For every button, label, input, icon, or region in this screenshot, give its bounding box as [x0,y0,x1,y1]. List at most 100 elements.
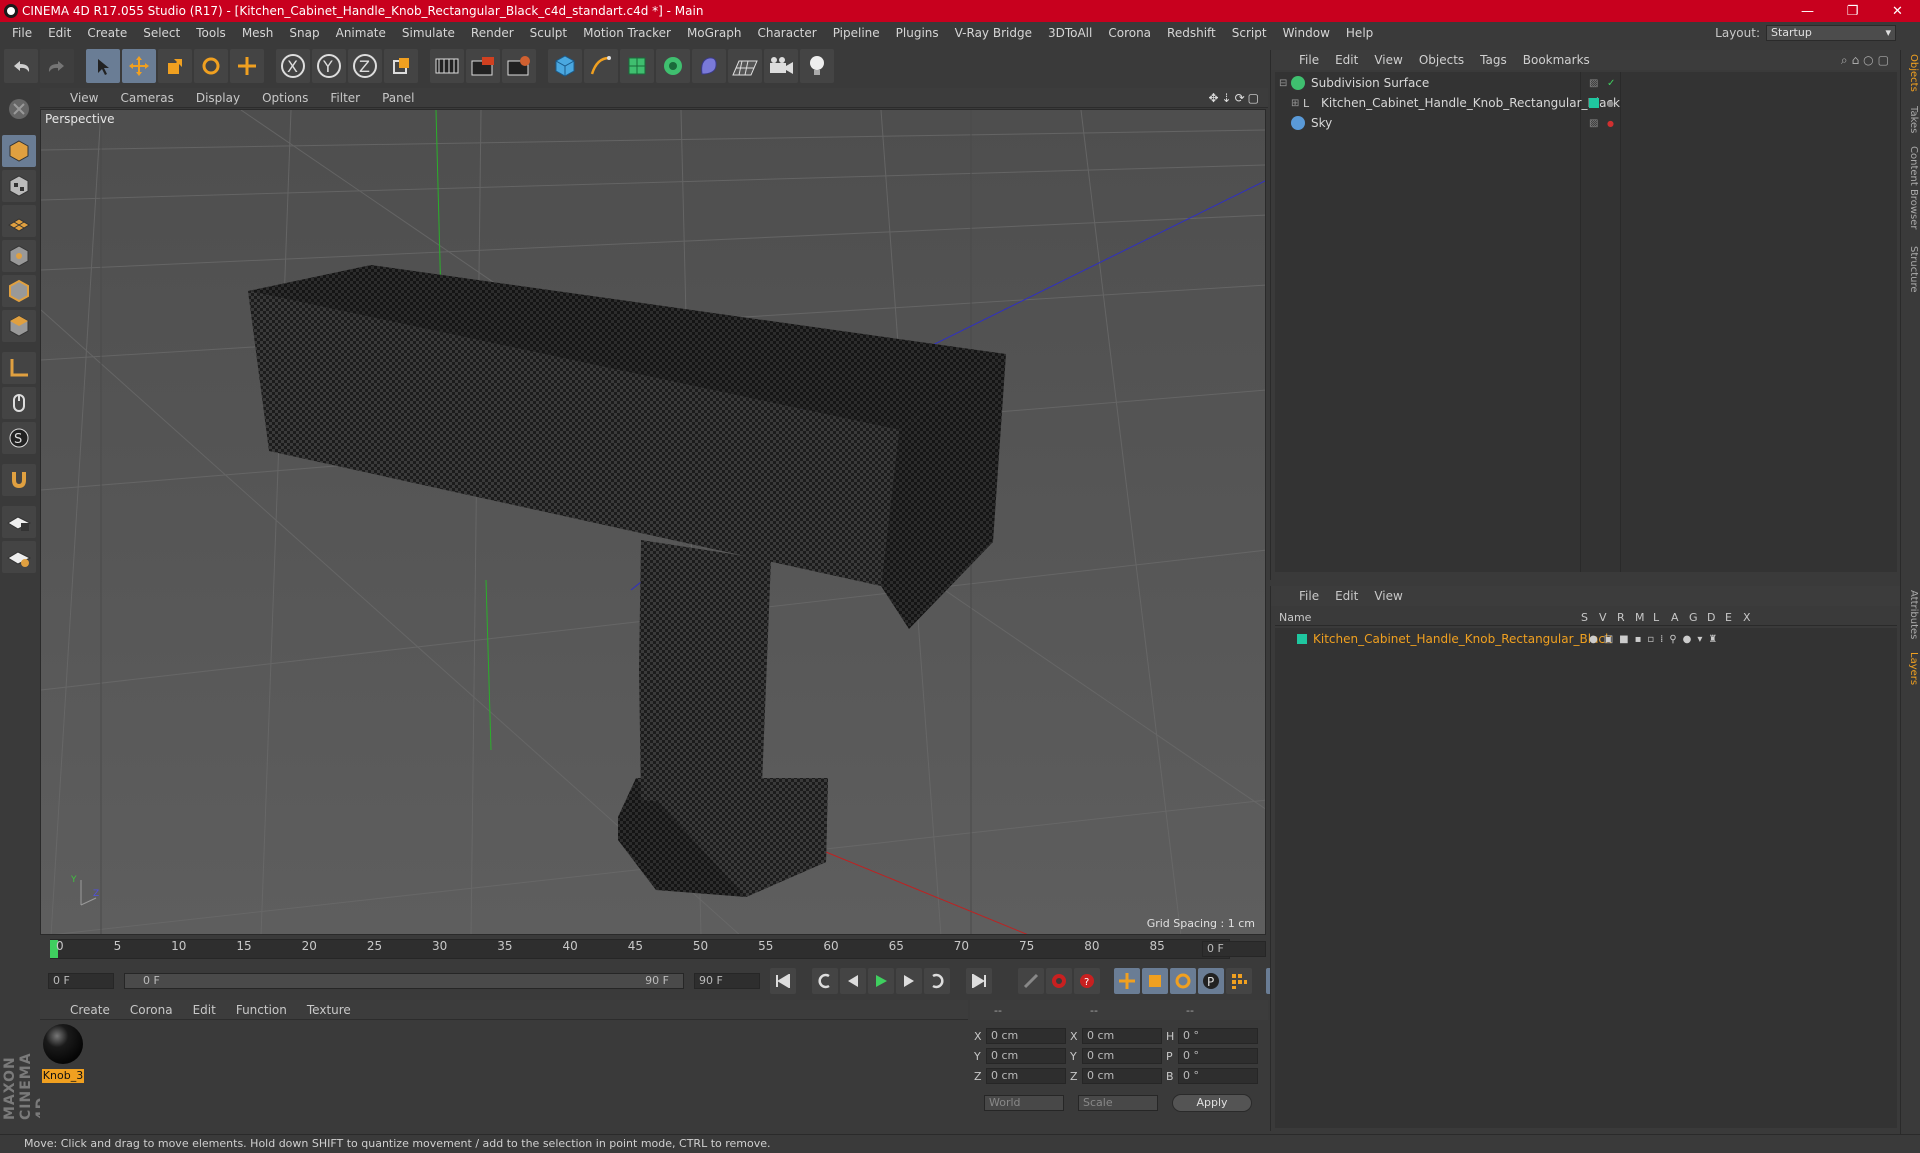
menu-tools[interactable]: Tools [188,26,234,40]
material-name[interactable]: Knob_3 [42,1069,84,1083]
expand-toggle-icon[interactable]: ⊞ [1291,98,1303,109]
layer-name[interactable]: Kitchen_Cabinet_Handle_Knob_Rectangular_… [1313,632,1612,646]
menu-mesh[interactable]: Mesh [234,26,282,40]
select-cursor-icon[interactable] [86,49,120,83]
menu-vray-bridge[interactable]: V-Ray Bridge [947,26,1040,40]
viewport-menu-view[interactable]: View [60,91,110,105]
tab-attributes[interactable]: Attributes [1903,590,1919,639]
autokey-icon[interactable]: ? [1074,968,1100,994]
make-editable-icon[interactable] [2,93,36,125]
menu-corona[interactable]: Corona [1100,26,1159,40]
z-axis-icon[interactable]: Z [348,49,382,83]
object-menu-file[interactable]: File [1291,53,1327,67]
maximize-button[interactable]: ❐ [1830,4,1875,19]
3d-viewport[interactable]: Y Z Perspective Grid Spacing : 1 cm [40,109,1266,935]
layer-menu-file[interactable]: File [1291,589,1327,603]
tab-content-browser[interactable]: Content Browser [1903,146,1919,229]
render-settings-icon[interactable] [502,49,536,83]
go-to-end-icon[interactable] [966,968,992,994]
key-scale-icon[interactable] [1142,968,1168,994]
object-menu-bookmarks[interactable]: Bookmarks [1515,53,1598,67]
layout-dropdown[interactable]: Startup [1766,25,1896,41]
edges-mode-icon[interactable] [2,275,36,307]
object-row[interactable]: ⊞ L Kitchen_Cabinet_Handle_Knob_Rectangu… [1275,94,1897,112]
live-select-icon[interactable] [230,49,264,83]
menu-redshift[interactable]: Redshift [1159,26,1224,40]
spline-pen-icon[interactable] [584,49,618,83]
enabled-check-icon[interactable]: ✓ [1607,78,1615,89]
timeline-ruler[interactable]: 0 5 10 15 20 25 30 35 40 45 50 55 60 65 … [40,937,1268,961]
tab-takes[interactable]: Takes [1903,106,1919,133]
y-axis-icon[interactable]: Y [312,49,346,83]
undo-icon[interactable] [4,49,38,83]
menu-3dtoall[interactable]: 3DToAll [1040,26,1100,40]
layer-color-icon[interactable] [1589,98,1599,108]
move-icon[interactable] [122,49,156,83]
cube-primitive-icon[interactable] [548,49,582,83]
layer-menu-edit[interactable]: Edit [1327,589,1366,603]
size-y-field[interactable]: 0 cm [1082,1048,1162,1064]
layer-toggle-icon[interactable]: ▨ [1589,78,1598,89]
magnet-icon[interactable] [2,464,36,496]
object-row[interactable]: Sky ▨ ● [1275,114,1897,132]
position-x-field[interactable]: 0 cm [986,1028,1066,1044]
end-frame-field[interactable]: 90 F [694,973,760,989]
menu-mograph[interactable]: MoGraph [679,26,750,40]
size-x-field[interactable]: 0 cm [1082,1028,1162,1044]
coord-system-dropdown[interactable]: World [984,1095,1064,1111]
key-position-icon[interactable] [1114,968,1140,994]
object-menu-view[interactable]: View [1366,53,1410,67]
object-row[interactable]: ⊟ Subdivision Surface ▨ ✓ [1275,74,1897,92]
menu-snap[interactable]: Snap [281,26,327,40]
play-icon[interactable] [868,968,894,994]
prev-frame-icon[interactable] [840,968,866,994]
record-keyframe-icon[interactable] [1046,968,1072,994]
size-mode-dropdown[interactable]: Scale [1078,1095,1158,1111]
viewport-menu-display[interactable]: Display [186,91,252,105]
object-name[interactable]: Subdivision Surface [1311,76,1429,90]
tweak-mode-icon[interactable] [2,387,36,419]
menu-motion-tracker[interactable]: Motion Tracker [575,26,679,40]
tab-structure[interactable]: Structure [1903,246,1919,293]
layer-row[interactable]: Kitchen_Cabinet_Handle_Knob_Rectangular_… [1275,630,1897,648]
position-z-field[interactable]: 0 cm [986,1068,1066,1084]
render-picture-viewer-icon[interactable] [466,49,500,83]
collapse-toggle-icon[interactable]: ⊟ [1279,78,1291,89]
material-swatch[interactable]: Knob_3 [42,1023,84,1083]
menu-plugins[interactable]: Plugins [888,26,947,40]
menu-sculpt[interactable]: Sculpt [522,26,575,40]
x-axis-icon[interactable]: X [276,49,310,83]
visibility-dots-icon[interactable]: ● [1607,99,1614,108]
next-keyframe-icon[interactable] [924,968,950,994]
material-menu-create[interactable]: Create [60,1003,120,1017]
material-menu-texture[interactable]: Texture [297,1003,361,1017]
key-parameter-icon[interactable]: P [1198,968,1224,994]
layer-toggle-icon[interactable]: ▨ [1589,118,1598,129]
tab-objects[interactable]: Objects [1903,54,1919,92]
close-button[interactable]: ✕ [1875,4,1920,19]
menu-character[interactable]: Character [749,26,824,40]
layer-switches-icons[interactable]: ●▣■▪▫⁞⚲●▾♜ [1589,634,1723,645]
key-rotation-icon[interactable] [1170,968,1196,994]
nurbs-subdivision-icon[interactable] [620,49,654,83]
array-cloner-icon[interactable] [656,49,690,83]
menu-help[interactable]: Help [1338,26,1381,40]
menu-select[interactable]: Select [135,26,188,40]
minimize-button[interactable]: — [1785,4,1830,19]
menu-edit[interactable]: Edit [40,26,79,40]
rotation-h-field[interactable]: 0 ° [1178,1028,1258,1044]
start-frame-field[interactable]: 0 F [48,973,114,989]
object-menu-edit[interactable]: Edit [1327,53,1366,67]
workplane-mode-icon[interactable] [2,205,36,237]
material-menu-edit[interactable]: Edit [183,1003,226,1017]
tab-layers[interactable]: Layers [1903,652,1919,685]
redo-icon[interactable] [40,49,74,83]
prev-keyframe-icon[interactable] [812,968,838,994]
viewport-menu-cameras[interactable]: Cameras [110,91,185,105]
material-menu-corona[interactable]: Corona [120,1003,183,1017]
size-z-field[interactable]: 0 cm [1082,1068,1162,1084]
motion-record-icon[interactable] [1018,968,1044,994]
floor-environment-icon[interactable] [728,49,762,83]
camera-icon[interactable] [764,49,798,83]
coordinate-system-icon[interactable] [384,49,418,83]
